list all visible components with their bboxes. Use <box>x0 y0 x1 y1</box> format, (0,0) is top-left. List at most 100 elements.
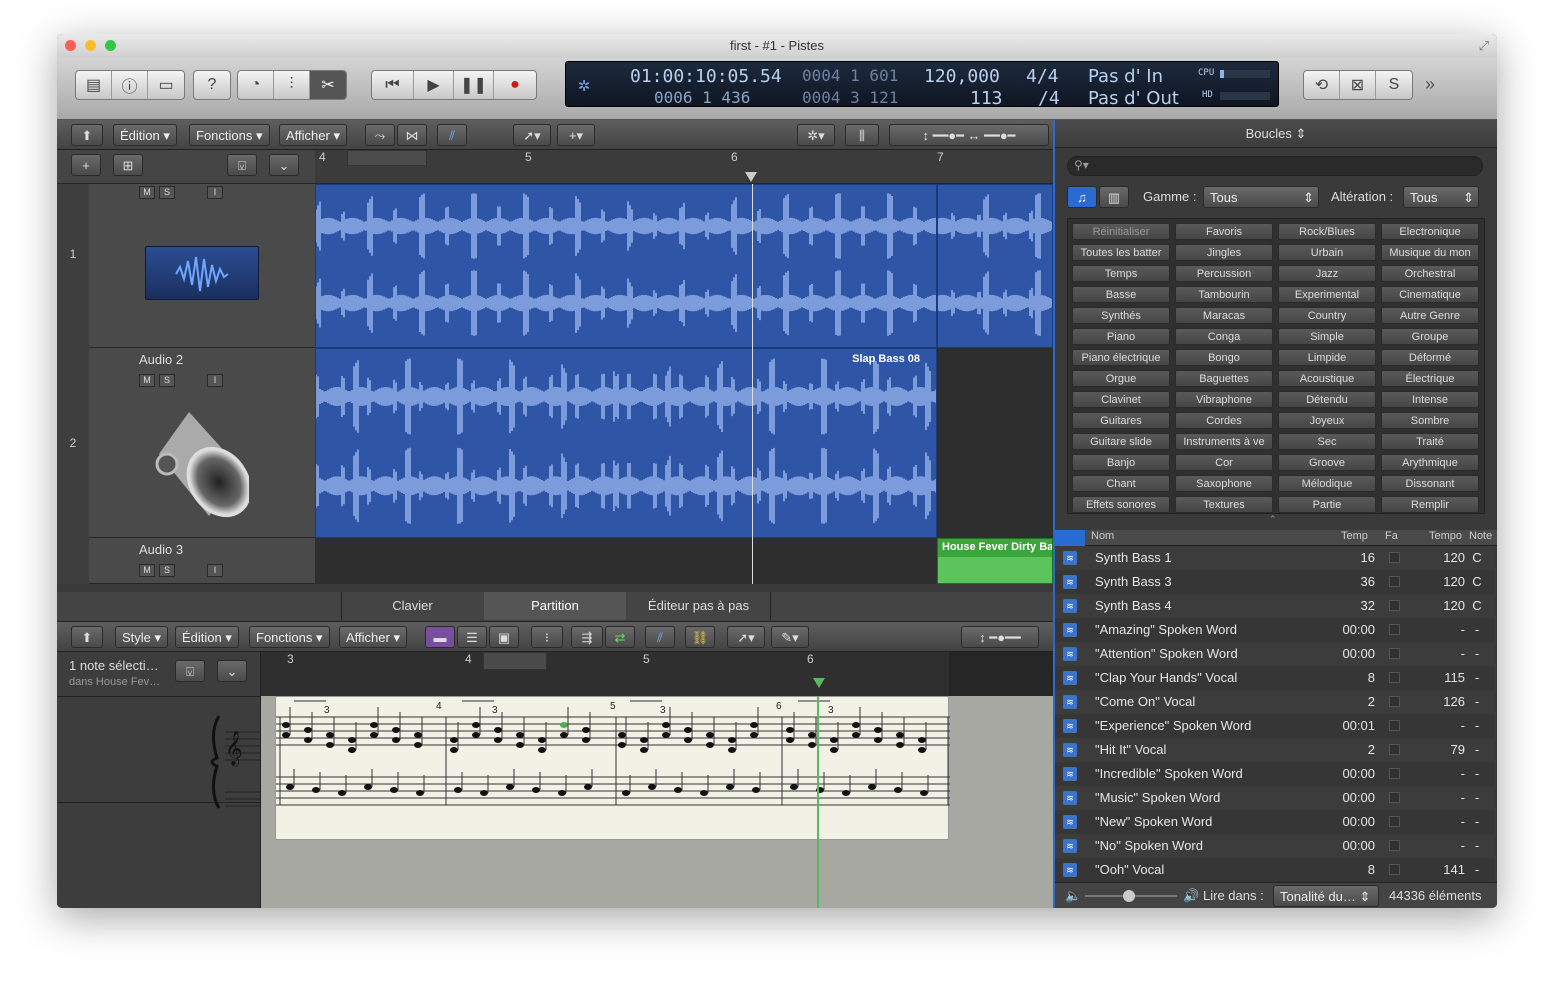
keyword-button[interactable]: Urbain <box>1278 244 1376 261</box>
favorite-checkbox[interactable] <box>1389 672 1400 683</box>
track-header-2[interactable]: 2 Audio 2 M S I <box>57 348 315 538</box>
afficher-menu[interactable]: Afficher ▾ <box>339 626 407 648</box>
keyword-button[interactable]: Groupe <box>1381 328 1479 345</box>
filter-icon[interactable]: ⍌ <box>175 660 205 682</box>
link-icon[interactable]: ⛓ <box>685 626 715 648</box>
rewind-icon[interactable]: ⏮ <box>372 71 414 99</box>
keyword-button[interactable]: Saxophone <box>1175 475 1273 492</box>
waveform-zoom-icon[interactable]: ⫼ <box>845 124 879 146</box>
tracks-area[interactable]: Slap Bass 08 House Fever Dirty Ba <box>315 184 1053 584</box>
collapse-icon[interactable]: ⌄ <box>269 154 299 176</box>
timeline-ruler[interactable]: 4 5 6 7 <box>315 150 1053 184</box>
keyword-button[interactable]: Joyeux <box>1278 412 1376 429</box>
keyword-button[interactable]: Intense <box>1381 391 1479 408</box>
loop-row[interactable]: ≋ "Experience" Spoken Word 00:01 - - <box>1055 714 1495 738</box>
keyword-button[interactable]: Maracas <box>1175 307 1273 324</box>
col-name[interactable]: Nom <box>1091 530 1114 542</box>
col-key[interactable]: Note <box>1469 530 1492 542</box>
keyword-button[interactable]: Orchestral <box>1381 265 1479 282</box>
keyword-button[interactable]: Bongo <box>1175 349 1273 366</box>
favorite-checkbox[interactable] <box>1389 840 1400 851</box>
fonctions-menu[interactable]: Fonctions ▾ <box>189 124 270 146</box>
grid-resize-icon[interactable]: ⌃ <box>1269 514 1277 525</box>
keyword-button[interactable]: Rock/Blues <box>1278 223 1376 240</box>
keyword-button[interactable]: Tambourin <box>1175 286 1273 303</box>
keyword-button[interactable]: Temps <box>1072 265 1170 282</box>
edition-menu[interactable]: Édition ▾ <box>175 626 239 648</box>
favorite-checkbox[interactable] <box>1389 864 1400 875</box>
alteration-select[interactable]: Tous ⇕ <box>1403 186 1479 208</box>
keyword-button[interactable]: Musique du mon <box>1381 244 1479 261</box>
keyword-button[interactable]: Baguettes <box>1175 370 1273 387</box>
col-beats[interactable]: Temp <box>1341 530 1368 542</box>
more-icon[interactable]: » <box>1425 74 1435 95</box>
keyword-button[interactable]: Simple <box>1278 328 1376 345</box>
keyword-button[interactable]: Partie <box>1278 496 1376 513</box>
favorite-checkbox[interactable] <box>1389 768 1400 779</box>
playhead-marker[interactable] <box>745 172 757 182</box>
track-name[interactable]: Audio 3 <box>139 542 183 557</box>
editors-icon[interactable]: ✂ <box>310 71 346 99</box>
keyword-button[interactable]: Orgue <box>1072 370 1170 387</box>
automation-icon[interactable]: ⤳ <box>365 124 395 146</box>
mute-button[interactable]: M <box>139 564 155 577</box>
keyword-button[interactable]: Dissonant <box>1381 475 1479 492</box>
column-icon-header[interactable] <box>1055 530 1085 546</box>
favorite-checkbox[interactable] <box>1389 648 1400 659</box>
keyword-button[interactable]: Détendu <box>1278 391 1376 408</box>
favorite-checkbox[interactable] <box>1389 720 1400 731</box>
tab-step-editor[interactable]: Éditeur pas à pas <box>627 592 771 620</box>
play-in-select[interactable]: Tonalité du… ⇕ <box>1273 885 1379 907</box>
play-icon[interactable]: ▶ <box>414 71 454 99</box>
gear-icon[interactable]: ✲ <box>578 72 590 96</box>
loop-row[interactable]: ≋ "Clap Your Hands" Vocal 8 115- <box>1055 666 1495 690</box>
solo-button[interactable]: S <box>159 374 175 387</box>
keyword-button[interactable]: Électrique <box>1381 370 1479 387</box>
playhead-marker[interactable] <box>813 678 825 688</box>
keyword-button[interactable]: Experimental <box>1278 286 1376 303</box>
cycle-region[interactable] <box>347 150 427 166</box>
cycle-region[interactable] <box>483 652 547 670</box>
catch-icon[interactable]: ⫽ <box>437 124 467 146</box>
keyword-button[interactable]: Chant <box>1072 475 1170 492</box>
keyword-button[interactable]: Textures <box>1175 496 1273 513</box>
quantize-icon[interactable]: ⁝ <box>531 626 563 648</box>
solo-button[interactable]: S <box>159 564 175 577</box>
keyword-button[interactable]: Cor <box>1175 454 1273 471</box>
cycle-icon[interactable]: ⟲ <box>1304 71 1340 99</box>
back-icon[interactable]: ⬆ <box>71 626 103 648</box>
edition-menu[interactable]: Édition ▾ <box>113 124 177 146</box>
music-note-icon[interactable]: ♫ <box>1067 186 1097 208</box>
view-mode-icon[interactable]: ▬ <box>425 626 455 648</box>
col-fav[interactable]: Fa <box>1385 530 1398 542</box>
favorite-checkbox[interactable] <box>1389 576 1400 587</box>
keyword-button[interactable]: Traité <box>1381 433 1479 450</box>
scale-select[interactable]: Tous ⇕ <box>1203 186 1319 208</box>
collapse-icon[interactable]: ⌄ <box>217 660 247 682</box>
loop-row[interactable]: ≋ "Ooh" Vocal 8 141- <box>1055 858 1495 882</box>
input-monitor-button[interactable]: I <box>207 186 223 199</box>
keyword-button[interactable]: Groove <box>1278 454 1376 471</box>
library-icon[interactable]: ▤ <box>76 71 112 99</box>
keyword-button[interactable]: Piano électrique <box>1072 349 1170 366</box>
search-input[interactable]: ⚲▾ <box>1067 156 1483 176</box>
mixer-icon[interactable]: ⫶ <box>274 71 310 99</box>
loop-row[interactable]: ≋ "No" Spoken Word 00:00 - - <box>1055 834 1495 858</box>
pencil-tool-icon[interactable]: +▾ <box>557 124 595 146</box>
keyword-button[interactable]: Synthés <box>1072 307 1170 324</box>
keyword-button[interactable]: Electronique <box>1381 223 1479 240</box>
favorite-checkbox[interactable] <box>1389 696 1400 707</box>
loop-row[interactable]: ≋ "Come On" Vocal 2 126- <box>1055 690 1495 714</box>
keyword-button[interactable]: Piano <box>1072 328 1170 345</box>
minimize-icon[interactable] <box>85 40 96 51</box>
keyword-button[interactable]: Remplir <box>1381 496 1479 513</box>
midi-region-3[interactable]: House Fever Dirty Ba <box>937 538 1053 584</box>
favorite-checkbox[interactable] <box>1389 624 1400 635</box>
fullscreen-icon[interactable]: ⤢ <box>1479 34 1489 58</box>
pencil-tool-icon[interactable]: ✎▾ <box>771 626 809 648</box>
keyword-button[interactable]: Favoris <box>1175 223 1273 240</box>
keyword-button[interactable]: Cordes <box>1175 412 1273 429</box>
zoom-sliders[interactable]: ↕ ━━●━ ↔ ━━●━ <box>889 124 1049 146</box>
track-header-1[interactable]: 1 M S I <box>57 184 315 348</box>
keyword-button[interactable]: Réinitialiser <box>1072 223 1170 240</box>
